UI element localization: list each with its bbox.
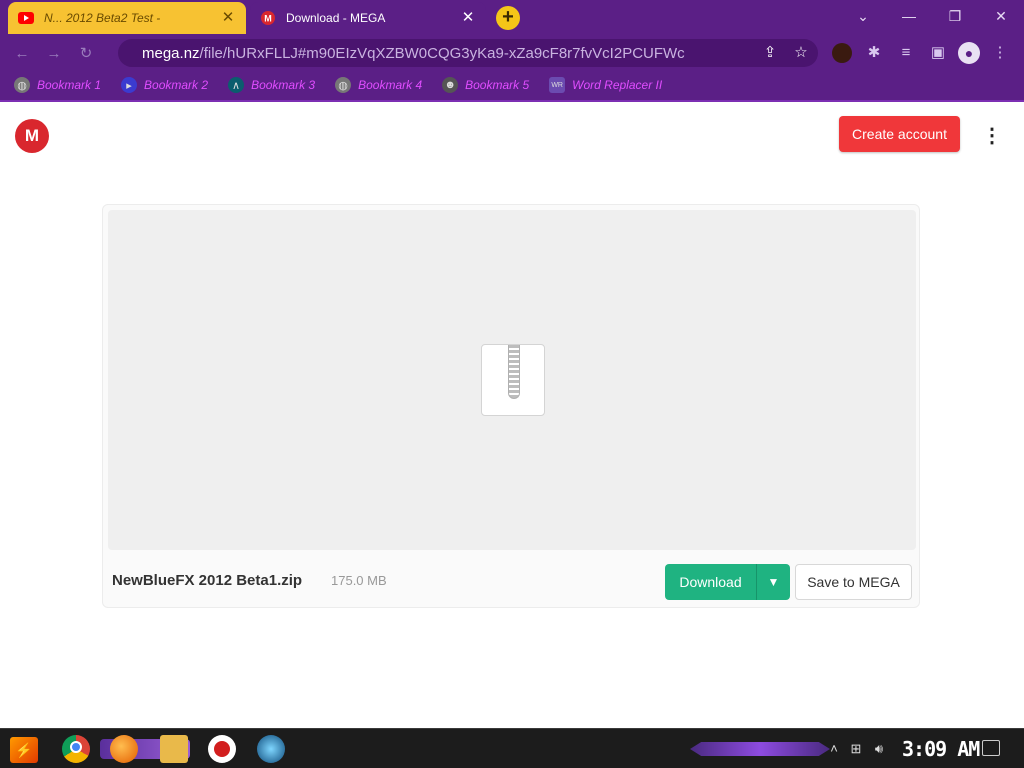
record-icon[interactable]: [208, 735, 236, 763]
close-tab-icon[interactable]: ✕: [460, 10, 476, 26]
file-card: NewBlueFX 2012 Beta1.zip 175.0 MB Downlo…: [102, 204, 920, 608]
file-explorer-icon[interactable]: [160, 735, 188, 763]
bookmark-item[interactable]: ∧ Bookmark 3: [228, 77, 315, 93]
chevron-up-icon[interactable]: ˄: [826, 741, 842, 757]
zip-file-icon: [481, 344, 545, 416]
address-bar[interactable]: mega.nz/file/hURxFLLJ#m90EIzVqXZBW0CQG3y…: [118, 39, 818, 67]
globe-icon: ◍: [335, 77, 352, 93]
mega-icon: M: [260, 10, 276, 26]
bookmark-icon: ☻: [442, 77, 459, 93]
bookmark-icon: ▸: [121, 77, 138, 93]
bookmark-item[interactable]: ☻ Bookmark 5: [442, 77, 529, 93]
extension-avatar-icon[interactable]: [832, 43, 852, 63]
minimize-icon[interactable]: —: [894, 6, 924, 26]
more-menu-icon[interactable]: ⋮: [980, 124, 1004, 148]
bookmark-item[interactable]: ▸ Bookmark 2: [121, 77, 208, 93]
bookmark-item[interactable]: ◍ Bookmark 1: [14, 77, 101, 93]
bookmark-item[interactable]: WR Word Replacer II: [549, 77, 662, 93]
save-to-mega-button[interactable]: Save to MEGA: [795, 564, 912, 600]
globe-icon: ◍: [14, 77, 30, 93]
network-icon[interactable]: ⊞: [848, 741, 864, 757]
bookmark-item[interactable]: ◍ Bookmark 4: [335, 77, 422, 93]
taskbar: ⚡ ˄ ⊞ 🔊︎ 3:09 AM: [0, 728, 1024, 768]
youtube-icon: [18, 10, 34, 26]
bookmark-icon: ∧: [228, 77, 245, 93]
tab-youtube[interactable]: N... 2012 Beta2 Test - ✕: [8, 2, 246, 34]
taskbar-decoration: [690, 742, 830, 756]
mega-logo[interactable]: M: [15, 119, 49, 153]
tab-search-icon[interactable]: ⌄: [848, 6, 878, 26]
create-account-button[interactable]: Create account: [839, 116, 960, 152]
media-queue-icon[interactable]: ≡: [896, 43, 916, 63]
zipper-icon: [508, 345, 520, 399]
menu-icon[interactable]: ⋮: [990, 43, 1010, 63]
extension-icon: WR: [549, 77, 566, 93]
url-host: mega.nz: [142, 44, 200, 62]
chrome-icon[interactable]: [62, 735, 90, 763]
download-label[interactable]: Download: [665, 564, 756, 600]
url-path: /file/hURxFLLJ#m90EIzVqXZBW0CQG3yKa9-xZa…: [199, 44, 685, 62]
reload-icon[interactable]: ↻: [76, 44, 96, 64]
tab-strip: N... 2012 Beta2 Test - ✕ M Download - ME…: [0, 0, 1024, 36]
tab-title: Download - MEGA: [286, 11, 386, 25]
side-panel-icon[interactable]: ▣: [928, 43, 948, 63]
volume-icon[interactable]: 🔊︎: [871, 741, 887, 757]
file-name: NewBlueFX 2012 Beta1.zip: [112, 572, 303, 589]
media-app-icon[interactable]: [257, 735, 285, 763]
close-tab-icon[interactable]: ✕: [220, 10, 236, 26]
taskbar-clock[interactable]: 3:09 AM: [902, 737, 980, 761]
forward-icon[interactable]: →: [44, 44, 64, 64]
bookmarks-bar: ◍ Bookmark 1 ▸ Bookmark 2 ∧ Bookmark 3 ◍ Boo…: [0, 70, 1024, 102]
restore-icon[interactable]: ❐: [940, 6, 970, 26]
tab-mega[interactable]: M Download - MEGA ✕: [250, 2, 486, 34]
new-tab-button[interactable]: +: [496, 6, 520, 30]
download-button[interactable]: Download ▼: [665, 564, 790, 600]
chevron-down-icon[interactable]: ▼: [756, 564, 790, 600]
share-icon[interactable]: ⇪: [761, 44, 779, 62]
back-icon[interactable]: ←: [12, 44, 32, 64]
notification-icon[interactable]: [982, 740, 1000, 756]
close-window-icon[interactable]: ✕: [986, 6, 1016, 26]
file-size: 175.0 MB: [331, 573, 387, 588]
firefox-icon[interactable]: [110, 735, 138, 763]
file-preview: [108, 210, 916, 550]
svg-text:M: M: [264, 14, 272, 24]
toolbar: ← → ↻ mega.nz/file/hURxFLLJ#m90EIzVqXZBW…: [0, 36, 1024, 70]
tab-title: N... 2012 Beta2 Test -: [44, 11, 161, 25]
start-icon[interactable]: ⚡: [10, 737, 38, 763]
bookmark-star-icon[interactable]: ☆: [792, 44, 810, 62]
extensions-puzzle-icon[interactable]: ✱: [864, 43, 884, 63]
profile-icon[interactable]: ●: [958, 42, 980, 64]
